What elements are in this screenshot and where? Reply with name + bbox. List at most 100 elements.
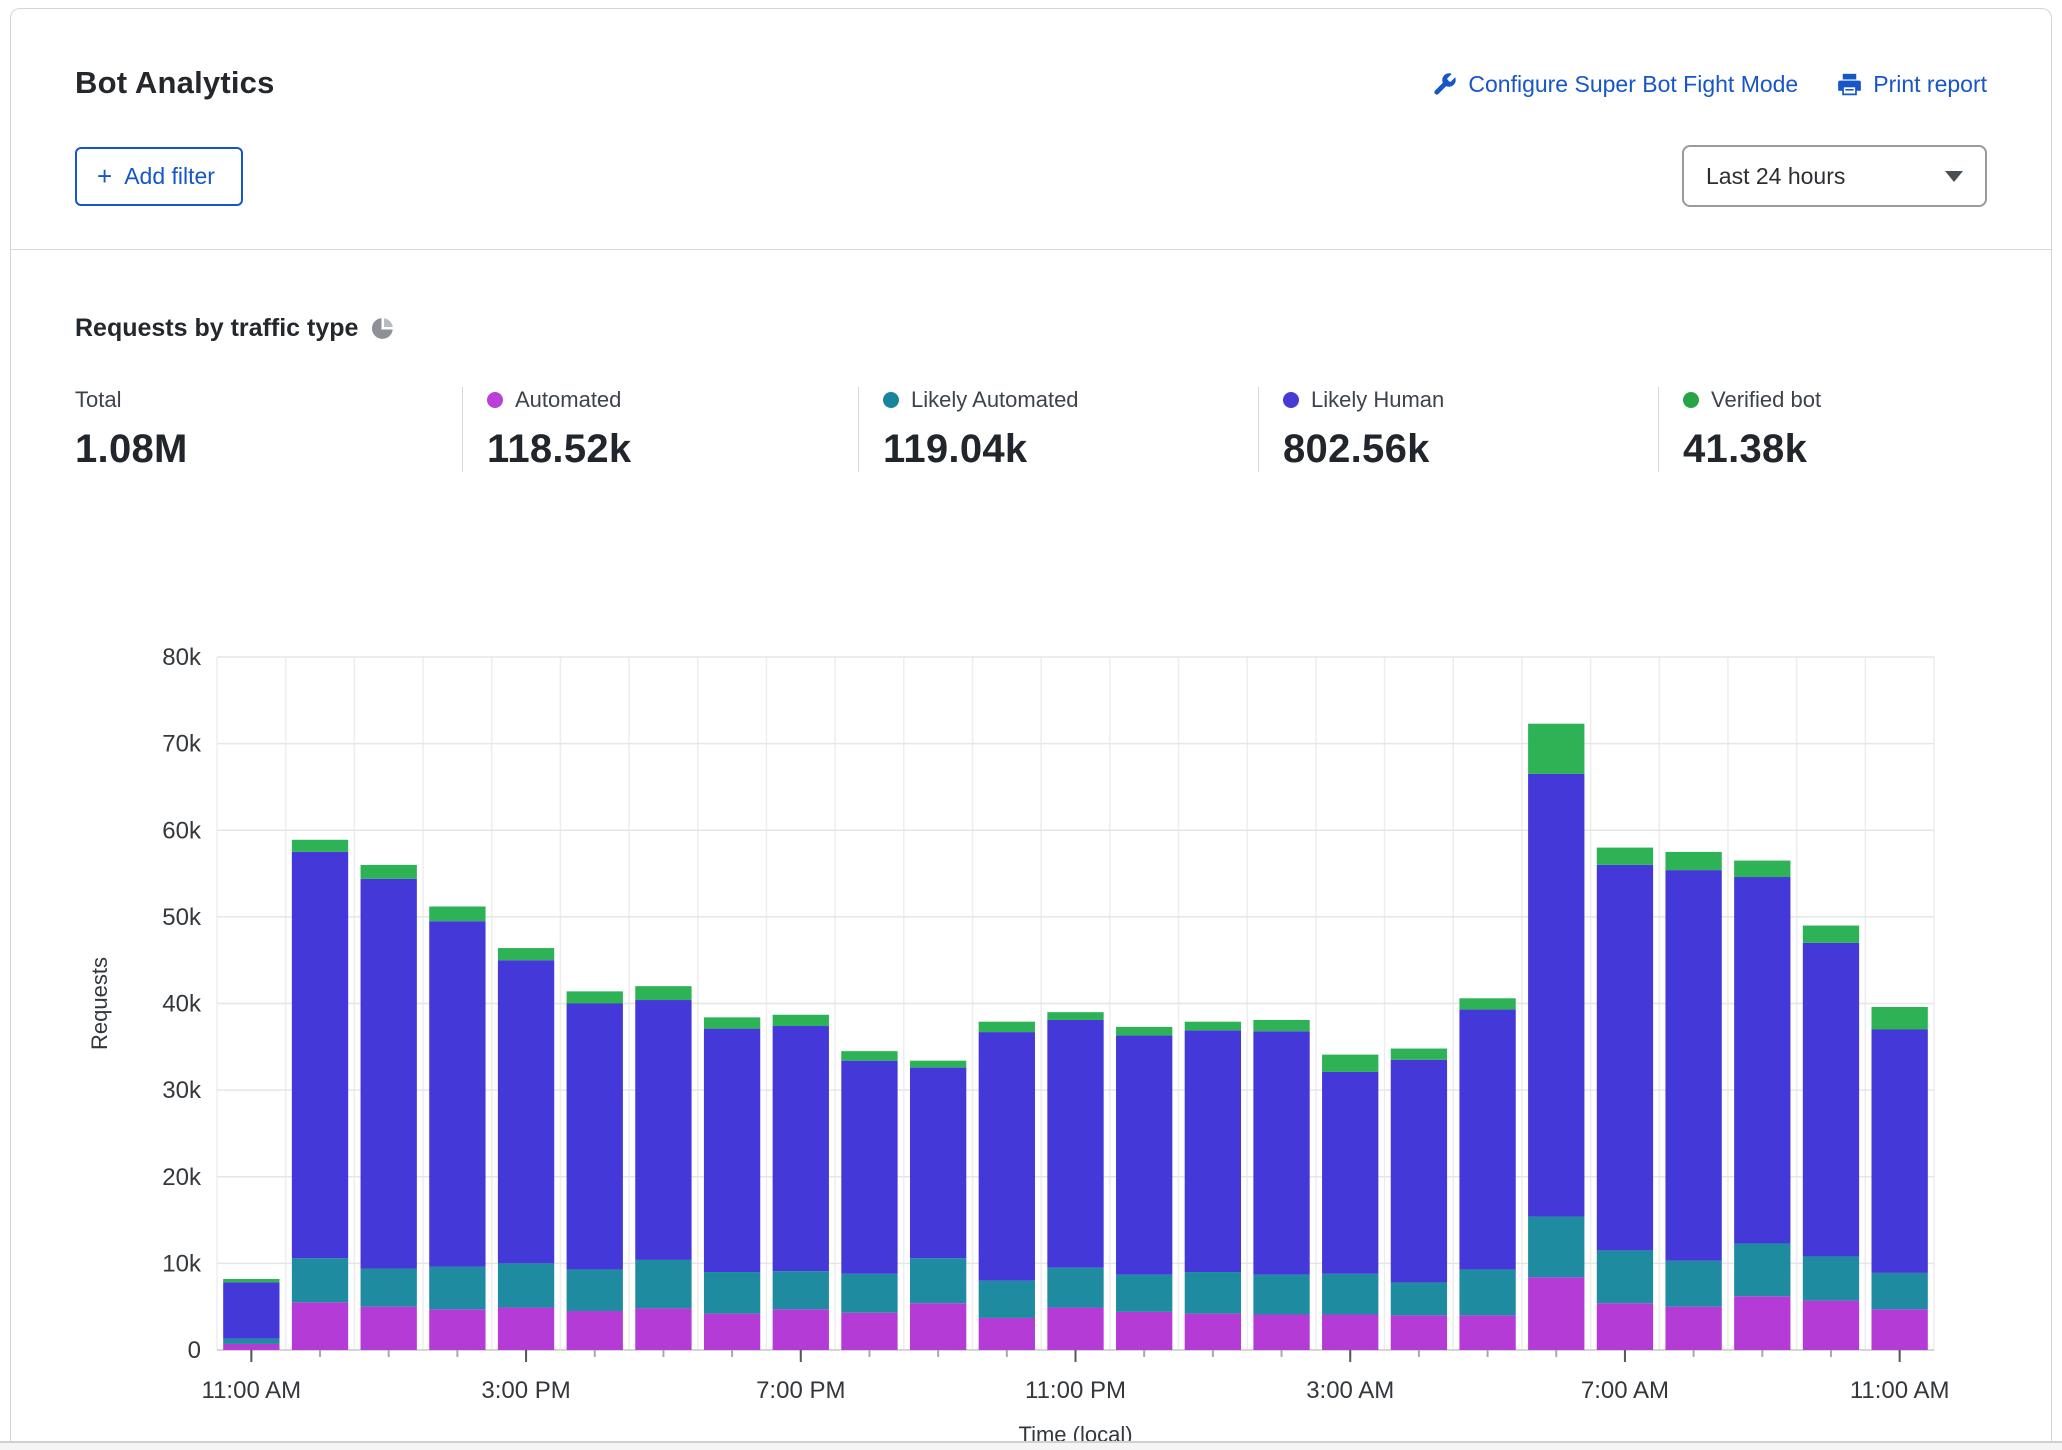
bar-segment-likely-human[interactable] — [841, 1061, 897, 1274]
bar-segment-likely-human[interactable] — [1803, 943, 1859, 1257]
bar-segment-verified-bot[interactable] — [1185, 1022, 1241, 1031]
bar-segment-likely-automated[interactable] — [1528, 1217, 1584, 1278]
bar-segment-likely-automated[interactable] — [361, 1269, 417, 1307]
bar-segment-verified-bot[interactable] — [1872, 1007, 1928, 1030]
bar-segment-likely-automated[interactable] — [1597, 1250, 1653, 1303]
bar-segment-likely-automated[interactable] — [223, 1339, 279, 1344]
bar-segment-likely-automated[interactable] — [1185, 1272, 1241, 1314]
time-range-dropdown[interactable]: Last 24 hours — [1682, 145, 1987, 207]
bar-segment-verified-bot[interactable] — [223, 1279, 279, 1282]
bar-segment-likely-automated[interactable] — [498, 1263, 554, 1307]
bar-segment-verified-bot[interactable] — [910, 1061, 966, 1068]
bar-segment-automated[interactable] — [1528, 1277, 1584, 1350]
bar-segment-likely-human[interactable] — [429, 921, 485, 1267]
bar-segment-automated[interactable] — [1872, 1309, 1928, 1350]
bar-segment-likely-human[interactable] — [1734, 877, 1790, 1243]
bar-segment-likely-human[interactable] — [910, 1068, 966, 1259]
bar-segment-automated[interactable] — [429, 1309, 485, 1350]
bar-segment-likely-human[interactable] — [1047, 1020, 1103, 1268]
bar-segment-likely-automated[interactable] — [567, 1269, 623, 1311]
bar-segment-automated[interactable] — [498, 1308, 554, 1350]
bar-segment-verified-bot[interactable] — [292, 840, 348, 852]
bar-segment-automated[interactable] — [1047, 1308, 1103, 1350]
bar-segment-verified-bot[interactable] — [979, 1022, 1035, 1032]
bar-segment-likely-automated[interactable] — [1391, 1282, 1447, 1315]
bar-segment-verified-bot[interactable] — [1116, 1027, 1172, 1036]
bar-segment-likely-automated[interactable] — [1872, 1273, 1928, 1309]
bar-segment-automated[interactable] — [567, 1311, 623, 1350]
bar-segment-likely-automated[interactable] — [910, 1258, 966, 1303]
bar-segment-likely-automated[interactable] — [1459, 1269, 1515, 1315]
bar-segment-verified-bot[interactable] — [1803, 926, 1859, 943]
bar-segment-automated[interactable] — [979, 1318, 1035, 1350]
bar-segment-verified-bot[interactable] — [1047, 1012, 1103, 1020]
bar-segment-likely-human[interactable] — [773, 1026, 829, 1271]
bar-segment-verified-bot[interactable] — [1391, 1049, 1447, 1060]
bar-segment-automated[interactable] — [841, 1313, 897, 1350]
bar-segment-likely-human[interactable] — [567, 1004, 623, 1270]
bar-segment-likely-automated[interactable] — [841, 1274, 897, 1313]
bar-segment-likely-automated[interactable] — [1047, 1268, 1103, 1308]
bar-segment-verified-bot[interactable] — [704, 1017, 760, 1028]
bar-segment-likely-human[interactable] — [1116, 1036, 1172, 1275]
bar-segment-likely-automated[interactable] — [1253, 1275, 1309, 1315]
bar-segment-verified-bot[interactable] — [1597, 848, 1653, 865]
bar-segment-likely-human[interactable] — [1872, 1029, 1928, 1272]
bar-segment-likely-automated[interactable] — [773, 1271, 829, 1309]
bar-segment-likely-human[interactable] — [704, 1029, 760, 1272]
bar-segment-automated[interactable] — [910, 1303, 966, 1350]
bar-segment-likely-human[interactable] — [1665, 870, 1721, 1261]
bar-segment-verified-bot[interactable] — [841, 1051, 897, 1061]
bar-segment-likely-human[interactable] — [498, 960, 554, 1263]
configure-super-bot-fight-mode-link[interactable]: Configure Super Bot Fight Mode — [1431, 71, 1798, 98]
bar-segment-automated[interactable] — [1253, 1314, 1309, 1350]
bar-segment-likely-automated[interactable] — [429, 1267, 485, 1309]
add-filter-button[interactable]: + Add filter — [75, 147, 243, 206]
bar-segment-likely-human[interactable] — [292, 852, 348, 1258]
bar-segment-likely-automated[interactable] — [635, 1260, 691, 1309]
print-report-link[interactable]: Print report — [1836, 71, 1987, 98]
bar-segment-verified-bot[interactable] — [567, 991, 623, 1003]
bar-segment-likely-automated[interactable] — [1803, 1256, 1859, 1300]
bar-segment-automated[interactable] — [773, 1309, 829, 1350]
bar-segment-verified-bot[interactable] — [1528, 724, 1584, 774]
bar-segment-automated[interactable] — [1803, 1301, 1859, 1350]
bar-segment-likely-automated[interactable] — [1665, 1261, 1721, 1307]
bar-segment-verified-bot[interactable] — [361, 865, 417, 879]
bar-segment-likely-automated[interactable] — [1322, 1274, 1378, 1315]
bar-segment-likely-human[interactable] — [1528, 774, 1584, 1217]
bar-segment-automated[interactable] — [1597, 1303, 1653, 1350]
bar-segment-verified-bot[interactable] — [773, 1015, 829, 1026]
bar-segment-automated[interactable] — [635, 1308, 691, 1350]
bar-segment-likely-human[interactable] — [223, 1282, 279, 1338]
bar-segment-likely-automated[interactable] — [1116, 1275, 1172, 1312]
bar-segment-likely-human[interactable] — [1597, 865, 1653, 1250]
bar-segment-automated[interactable] — [1322, 1314, 1378, 1350]
bar-segment-verified-bot[interactable] — [429, 906, 485, 921]
bar-segment-automated[interactable] — [1185, 1314, 1241, 1350]
bar-segment-likely-automated[interactable] — [292, 1258, 348, 1302]
bar-segment-verified-bot[interactable] — [1734, 861, 1790, 877]
bar-segment-likely-automated[interactable] — [1734, 1243, 1790, 1296]
bar-segment-likely-human[interactable] — [1185, 1030, 1241, 1272]
bar-segment-verified-bot[interactable] — [1253, 1020, 1309, 1031]
bar-segment-likely-human[interactable] — [1391, 1060, 1447, 1283]
bar-segment-verified-bot[interactable] — [635, 986, 691, 1000]
bar-segment-likely-human[interactable] — [635, 1000, 691, 1260]
bar-segment-likely-human[interactable] — [1322, 1072, 1378, 1274]
bar-segment-likely-human[interactable] — [979, 1032, 1035, 1281]
bar-segment-automated[interactable] — [704, 1314, 760, 1350]
bar-segment-verified-bot[interactable] — [498, 948, 554, 960]
bar-segment-verified-bot[interactable] — [1665, 852, 1721, 870]
bar-segment-automated[interactable] — [223, 1344, 279, 1350]
bar-segment-likely-automated[interactable] — [704, 1272, 760, 1314]
bar-segment-likely-human[interactable] — [1459, 1010, 1515, 1270]
bar-segment-verified-bot[interactable] — [1459, 998, 1515, 1009]
bar-segment-likely-human[interactable] — [361, 879, 417, 1269]
bar-segment-automated[interactable] — [1116, 1312, 1172, 1350]
bar-segment-automated[interactable] — [361, 1307, 417, 1350]
bar-segment-automated[interactable] — [1391, 1315, 1447, 1350]
bar-segment-automated[interactable] — [1734, 1296, 1790, 1350]
bar-segment-verified-bot[interactable] — [1322, 1055, 1378, 1072]
bar-segment-automated[interactable] — [1665, 1307, 1721, 1350]
